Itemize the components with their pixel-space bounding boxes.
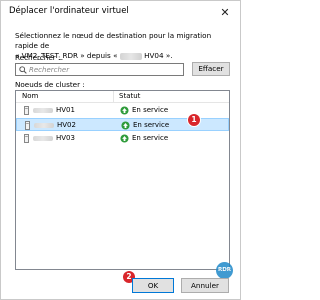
- redacted-name-prefix: [33, 136, 53, 141]
- node-row-hv03[interactable]: HV03 En service: [16, 132, 229, 145]
- dialog-window: Déplacer l'ordinateur virtuel ✕ Sélectio…: [0, 0, 241, 300]
- description-line-1: Sélectionnez le nœud de destination pour…: [15, 31, 212, 50]
- list-header: Nom Statut: [16, 91, 229, 103]
- search-icon: [19, 66, 27, 74]
- title-bar: Déplacer l'ordinateur virtuel ✕: [1, 1, 240, 25]
- description-line-2-suffix: HV04 ».: [144, 51, 173, 60]
- search-input[interactable]: [29, 64, 179, 75]
- node-name: HV01: [56, 106, 75, 114]
- column-divider[interactable]: [113, 91, 114, 102]
- column-header-name[interactable]: Nom: [22, 92, 38, 100]
- cluster-nodes-label: Noeuds de cluster :: [15, 80, 85, 89]
- status-ok-icon: [121, 121, 130, 130]
- callout-badge-1: 1: [188, 114, 200, 126]
- search-field[interactable]: [15, 63, 184, 76]
- node-name: HV02: [57, 121, 76, 129]
- dialog-title: Déplacer l'ordinateur virtuel: [9, 6, 129, 16]
- redacted-name-prefix: [33, 108, 53, 113]
- close-icon[interactable]: ✕: [218, 6, 232, 20]
- server-icon: [24, 134, 29, 143]
- node-name: HV03: [56, 134, 75, 142]
- redacted-name-prefix: [34, 123, 54, 128]
- cancel-button[interactable]: Annuler: [181, 278, 229, 293]
- status-ok-icon: [120, 134, 129, 143]
- ok-button[interactable]: OK: [132, 278, 174, 293]
- redacted-host-name: [119, 52, 142, 60]
- server-icon: [24, 106, 29, 115]
- clear-search-button[interactable]: Effacer: [192, 62, 230, 76]
- status-ok-icon: [120, 106, 129, 115]
- node-status: En service: [133, 121, 170, 129]
- node-status: En service: [132, 134, 169, 142]
- rdr-watermark-logo: RDR: [216, 262, 233, 279]
- search-label: Rechercher :: [15, 53, 61, 62]
- server-icon: [25, 121, 30, 130]
- column-header-status[interactable]: Statut: [119, 92, 140, 100]
- node-status: En service: [132, 106, 169, 114]
